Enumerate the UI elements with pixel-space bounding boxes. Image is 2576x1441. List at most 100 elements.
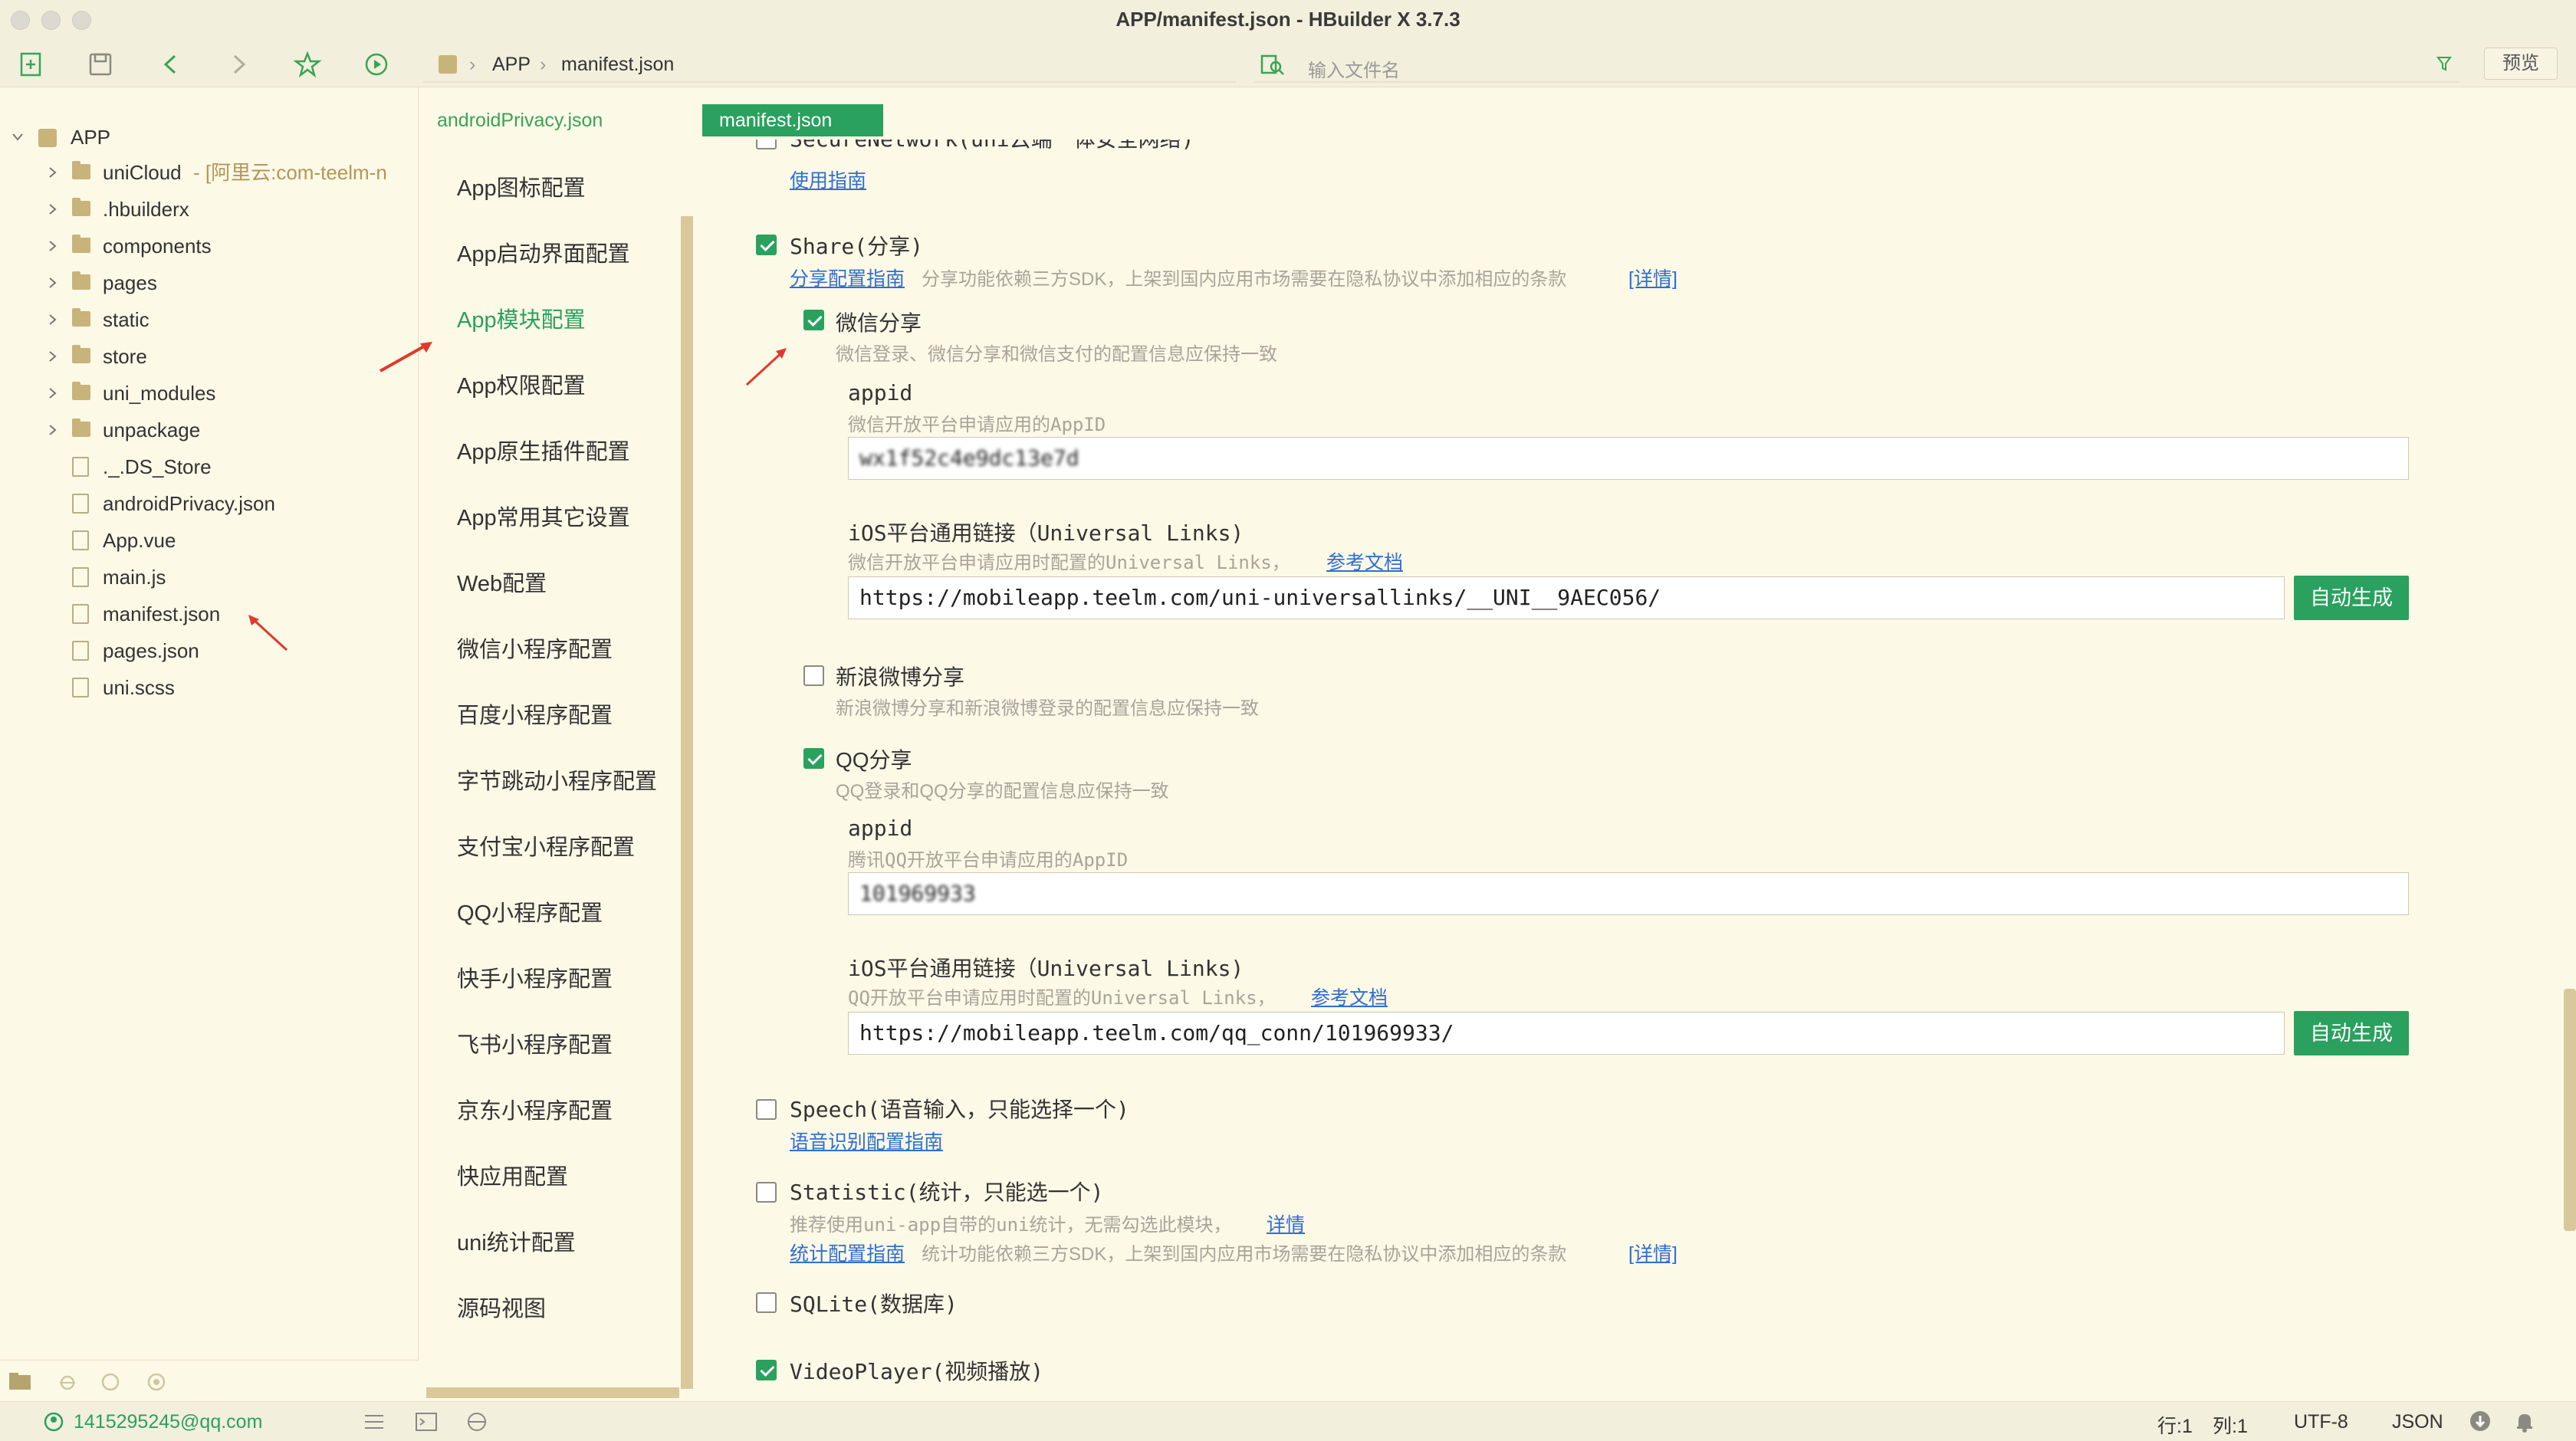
nav-item[interactable]: 百度小程序配置: [457, 698, 613, 730]
speech-label: Speech(语音输入，只能选择一个): [790, 1097, 1129, 1122]
breadcrumb-item[interactable]: APP: [492, 54, 531, 76]
qq-auto-generate-button[interactable]: 自动生成: [2294, 1011, 2409, 1055]
nav-item[interactable]: 快手小程序配置: [457, 961, 613, 993]
chevron-right-icon[interactable]: [46, 313, 60, 327]
share-guide-link[interactable]: 分享配置指南: [790, 264, 905, 291]
speech-guide-link[interactable]: 语音识别配置指南: [790, 1127, 943, 1154]
terminal-icon[interactable]: [416, 1413, 437, 1431]
chevron-right-icon[interactable]: [46, 386, 60, 400]
nav-item[interactable]: App常用其它设置: [457, 500, 630, 532]
nav-scrollbar[interactable]: [681, 216, 693, 1389]
nav-item[interactable]: 支付宝小程序配置: [457, 829, 635, 862]
weixin-universal-links-doc-link[interactable]: 参考文档: [1326, 547, 1403, 575]
nav-item[interactable]: uni统计配置: [457, 1225, 576, 1257]
nav-item[interactable]: 飞书小程序配置: [457, 1027, 613, 1059]
share-checkbox[interactable]: [756, 235, 777, 255]
sina-share-description: 新浪微博分享和新浪微博登录的配置信息应保持一致: [836, 698, 1259, 719]
nav-horizontal-scrollbar[interactable]: [426, 1387, 679, 1398]
secure-network-guide-link[interactable]: 使用指南: [790, 166, 866, 193]
qq-universal-links-doc-link[interactable]: 参考文档: [1311, 983, 1388, 1010]
new-file-icon[interactable]: [17, 50, 46, 79]
file-icon: [72, 604, 89, 624]
secure-network-label: SecureNetwork(uni云端一体安全网络): [790, 140, 1194, 153]
speech-checkbox[interactable]: [756, 1099, 777, 1120]
nav-item[interactable]: App权限配置: [457, 368, 586, 400]
nav-item[interactable]: 字节跳动小程序配置: [457, 763, 657, 796]
sqlite-checkbox[interactable]: [756, 1292, 777, 1313]
chevron-right-icon[interactable]: [46, 239, 60, 253]
sqlite-label: SQLite(数据库): [790, 1292, 958, 1317]
file-search-input[interactable]: 输入文件名: [1308, 55, 1400, 82]
statistic-checkbox[interactable]: [756, 1182, 777, 1203]
nav-item[interactable]: Web配置: [457, 566, 547, 598]
weixin-share-checkbox[interactable]: [803, 310, 824, 330]
tab-manifest[interactable]: manifest.json: [702, 104, 883, 136]
notification-bell-icon[interactable]: [2515, 1411, 2535, 1433]
file-search-bar[interactable]: 输入文件名: [1254, 46, 2459, 83]
file-language[interactable]: JSON: [2392, 1411, 2443, 1433]
window-title: APP/manifest.json - HBuilder X 3.7.3: [1116, 8, 1460, 31]
chevron-right-icon[interactable]: [46, 350, 60, 363]
cursor-column[interactable]: 列:1: [2213, 1411, 2248, 1439]
nav-item[interactable]: 京东小程序配置: [457, 1093, 613, 1125]
star-icon[interactable]: [293, 50, 322, 79]
chevron-right-icon[interactable]: [46, 423, 60, 437]
chevron-right-icon[interactable]: [46, 202, 60, 216]
project-manager-icon[interactable]: [8, 1371, 32, 1391]
file-encoding[interactable]: UTF-8: [2294, 1411, 2348, 1433]
preview-button[interactable]: 预览: [2484, 48, 2558, 80]
qq-share-checkbox[interactable]: [803, 748, 824, 769]
chevron-right-icon[interactable]: [46, 166, 60, 179]
folder-icon: [72, 308, 90, 327]
filter-icon[interactable]: [2436, 55, 2452, 72]
tree-item-label: main.js: [103, 566, 166, 589]
forward-icon[interactable]: [224, 50, 253, 79]
chevron-right-icon[interactable]: [46, 276, 60, 290]
tab-android-privacy[interactable]: androidPrivacy.json: [420, 104, 619, 136]
weixin-universal-links-input[interactable]: https://mobileapp.teelm.com/uni-universa…: [848, 576, 2285, 619]
statistic-label: Statistic(统计，只能选一个): [790, 1180, 1104, 1205]
sync-icon[interactable]: [100, 1371, 121, 1393]
statistic-detail-link[interactable]: 详情: [1267, 1210, 1305, 1237]
sina-share-checkbox[interactable]: [803, 665, 824, 686]
nav-item[interactable]: App模块配置: [457, 302, 586, 334]
statistic-guide-link[interactable]: 统计配置指南: [790, 1239, 905, 1266]
globe-icon[interactable]: [466, 1411, 488, 1433]
tree-item-label: pages: [103, 271, 157, 294]
list-icon[interactable]: [363, 1413, 385, 1431]
tree-item-label: uni.scss: [103, 676, 175, 699]
qq-universal-links-input[interactable]: https://mobileapp.teelm.com/qq_conn/1019…: [848, 1012, 2285, 1055]
nav-item[interactable]: 微信小程序配置: [457, 632, 613, 664]
tree-item-label: store: [103, 345, 147, 368]
breadcrumb-item[interactable]: manifest.json: [561, 54, 674, 76]
content-scrollbar[interactable]: [2564, 989, 2576, 1231]
plugin-icon[interactable]: [146, 1371, 167, 1393]
secure-network-checkbox[interactable]: [756, 140, 777, 149]
share-detail-link[interactable]: [详情]: [1628, 264, 1677, 291]
annotation-arrow-icon: [380, 342, 432, 373]
tree-item-label: androidPrivacy.json: [103, 492, 275, 515]
videoplayer-checkbox[interactable]: [756, 1360, 777, 1380]
sina-share-label: 新浪微博分享: [836, 665, 965, 689]
file-icon: [72, 494, 89, 514]
config-nav: App图标配置 App启动界面配置 App模块配置 App权限配置 App原生插件配置 A…: [426, 140, 687, 1390]
statistic-sdk-detail-link[interactable]: [详情]: [1628, 1239, 1677, 1266]
file-icon: [72, 567, 89, 587]
weixin-auto-generate-button[interactable]: 自动生成: [2294, 576, 2409, 620]
weixin-appid-input[interactable]: wx1f52c4e9dc13e7d: [848, 437, 2409, 480]
cursor-line[interactable]: 行:1: [2157, 1411, 2193, 1439]
nav-item[interactable]: QQ小程序配置: [457, 895, 603, 927]
nav-item[interactable]: 快应用配置: [457, 1159, 568, 1191]
qq-appid-input[interactable]: 101969933: [848, 872, 2409, 915]
nav-item[interactable]: App图标配置: [457, 170, 586, 202]
back-icon[interactable]: [156, 50, 186, 79]
run-icon[interactable]: [362, 50, 391, 79]
nav-item[interactable]: 源码视图: [457, 1291, 546, 1323]
nav-item[interactable]: App原生插件配置: [457, 434, 630, 466]
save-icon[interactable]: [86, 50, 115, 79]
debug-icon[interactable]: [57, 1371, 78, 1393]
download-icon[interactable]: [2469, 1410, 2492, 1433]
account-email[interactable]: 1415295245@qq.com: [74, 1411, 262, 1433]
explorer-bottom-bar: [0, 1360, 419, 1401]
nav-item[interactable]: App启动界面配置: [457, 236, 630, 268]
